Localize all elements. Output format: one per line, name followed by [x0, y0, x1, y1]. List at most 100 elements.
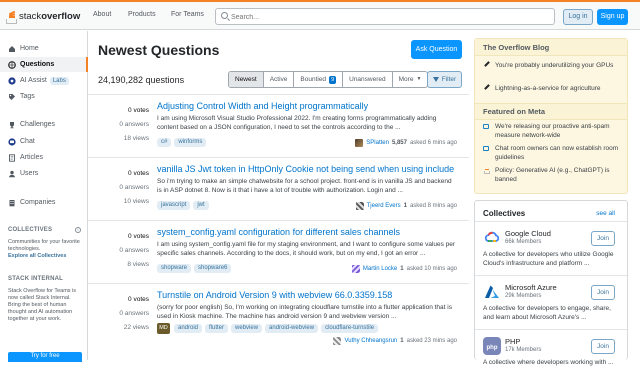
filter-button[interactable]: Filter — [427, 71, 462, 88]
sidebar-item-label: Questions — [20, 61, 55, 68]
login-button[interactable]: Log in — [563, 9, 593, 25]
explore-collectives-link[interactable]: Explore all Collectives — [8, 253, 66, 259]
meta-item[interactable]: Chat room owners can now establish room … — [483, 145, 623, 162]
asked-time[interactable]: asked 10 mins ago — [407, 266, 457, 272]
stack-internal-section-title: STACK INTERNAL — [8, 276, 64, 282]
tag-list: javascript jwt — [157, 201, 212, 210]
user-link[interactable]: Tjeerd Evers — [367, 203, 401, 209]
question-meta: Vuthy Chheangsrun 1 asked 23 mins ago — [333, 337, 457, 345]
tag-javascript[interactable]: javascript — [157, 201, 191, 210]
nav-about[interactable]: About — [93, 11, 111, 18]
sidebar-item-home[interactable]: Home — [0, 41, 88, 56]
reputation: 1 — [400, 338, 404, 344]
google-cloud-logo-icon[interactable] — [483, 229, 501, 247]
question-title-link[interactable]: system_config.yaml configuration for dif… — [157, 227, 400, 237]
tab-active[interactable]: Active — [264, 72, 295, 87]
user-link[interactable]: Martin Locke — [363, 266, 397, 272]
join-button[interactable]: Join — [591, 231, 615, 246]
overflow-blog-widget: The Overflow Blog You're probably underu… — [474, 38, 628, 194]
asked-time[interactable]: asked 6 mins ago — [410, 140, 457, 146]
meta-item[interactable]: Policy: Generative AI (e.g., ChatGPT) is… — [483, 167, 623, 184]
tag-jwt[interactable]: jwt — [193, 201, 209, 210]
user-link[interactable]: Vuthy Chheangsrun — [344, 338, 397, 344]
tag-flutter[interactable]: flutter — [205, 324, 229, 333]
blog-item[interactable]: You're probably underutilizing your GPUs — [483, 61, 623, 71]
collectives-widget: Collectives see all Google Cloud 66k Mem… — [474, 200, 628, 366]
ai-assist-icon — [8, 76, 16, 85]
trophy-icon — [8, 121, 16, 129]
nav-for-teams[interactable]: For Teams — [171, 11, 204, 18]
collective-members: 66k Members — [505, 239, 542, 245]
avatar[interactable] — [333, 337, 342, 345]
avatar[interactable] — [355, 202, 364, 210]
featured-meta-title: Featured on Meta — [475, 103, 627, 120]
join-button[interactable]: Join — [591, 339, 615, 354]
sidebar-item-challenges[interactable]: Challenges — [0, 117, 88, 132]
tag-list: android flutter webview android-webview … — [174, 324, 381, 333]
sidebar-item-chat[interactable]: Chat — [0, 134, 88, 149]
users-icon — [8, 170, 16, 178]
view-count: 22 views — [123, 324, 149, 331]
asked-time[interactable]: asked 8 mins ago — [410, 203, 457, 209]
meta-item[interactable]: We're releasing our proactive anti-spam … — [483, 123, 623, 140]
stack-overflow-logo[interactable]: stackoverflow — [6, 8, 80, 25]
question-summary: 0 votes 0 answers 18 views Adjusting Con… — [88, 94, 469, 156]
tag-shopware6[interactable]: shopware6 — [194, 264, 232, 273]
avatar[interactable] — [351, 265, 360, 273]
signup-button[interactable]: Sign up — [597, 9, 628, 25]
avatar[interactable] — [355, 139, 364, 147]
tag-csharp[interactable]: c# — [157, 138, 172, 147]
sidebar-item-ai-assist[interactable]: AI Assist Labs — [0, 73, 88, 88]
sidebar-item-questions[interactable]: Questions — [0, 57, 88, 72]
tag-shopware[interactable]: shopware — [157, 264, 192, 273]
collectives-section-text: Communities for your favorite technologi… — [8, 239, 80, 252]
user-link[interactable]: SPlatten — [366, 140, 389, 146]
tab-bountied[interactable]: Bountied 9 — [294, 72, 344, 87]
blog-item[interactable]: Lightning-as-a-service for agriculture — [483, 84, 623, 94]
pencil-icon — [483, 84, 491, 94]
search-box[interactable] — [215, 8, 555, 25]
php-logo-icon[interactable]: php — [483, 337, 501, 355]
stack-internal-text: Stack Overflow for Teams is now called S… — [8, 288, 77, 322]
tab-label: Unanswered — [349, 76, 386, 83]
answer-count: 0 answers — [119, 247, 149, 254]
microsoft-azure-logo-icon[interactable] — [483, 283, 501, 301]
ask-question-button[interactable]: Ask Question — [411, 40, 462, 59]
sidebar-item-articles[interactable]: Articles — [0, 150, 88, 165]
info-icon[interactable]: i — [75, 227, 81, 233]
try-for-free-button[interactable]: Try for free — [8, 352, 82, 362]
tab-more[interactable]: More ▼ — [393, 72, 428, 87]
sidebar-item-users[interactable]: Users — [0, 166, 88, 181]
see-all-link[interactable]: see all — [596, 210, 615, 217]
building-icon — [8, 199, 16, 207]
question-title-link[interactable]: Adjusting Control Width and Height progr… — [157, 101, 368, 111]
reputation: 1 — [403, 203, 407, 209]
collective-name[interactable]: Microsoft Azure — [505, 283, 557, 292]
tag-android-webview[interactable]: android-webview — [265, 324, 319, 333]
join-button[interactable]: Join — [591, 285, 615, 300]
collective-members: 17k Members — [505, 347, 542, 353]
blog-item-text: Lightning-as-a-service for agriculture — [495, 85, 601, 92]
tag-cloudflare-turnstile[interactable]: cloudflare-turnstile — [321, 324, 379, 333]
sidebar-item-companies[interactable]: Companies — [0, 195, 88, 210]
question-title-link[interactable]: Turnstile on Android Version 9 with webv… — [157, 290, 392, 300]
sidebar-item-label: Challenges — [20, 121, 56, 128]
tag-webview[interactable]: webview — [231, 324, 263, 333]
tab-unanswered[interactable]: Unanswered — [343, 72, 393, 87]
asked-time[interactable]: asked 23 mins ago — [407, 338, 457, 344]
tag-winforms[interactable]: winforms — [174, 138, 207, 147]
vote-count: 0 votes — [128, 107, 149, 114]
nav-products[interactable]: Products — [128, 11, 156, 18]
sidebar-item-tags[interactable]: Tags — [0, 89, 88, 104]
search-input[interactable] — [231, 11, 541, 23]
collective-name[interactable]: PHP — [505, 337, 520, 346]
page-title: Newest Questions — [98, 42, 220, 58]
question-excerpt: I am using Microsoft Visual Studio Profe… — [157, 115, 437, 131]
meta-item-text: We're releasing our proactive anti-spam … — [495, 123, 610, 139]
collective-name[interactable]: Google Cloud — [505, 229, 551, 238]
question-title-link[interactable]: vanilla JS Jwt token in HttpOnly Cookie … — [157, 164, 454, 174]
blog-item-text: You're probably underutilizing your GPUs — [495, 62, 614, 69]
meta-item-text: Policy: Generative AI (e.g., ChatGPT) is… — [495, 167, 610, 183]
tab-newest[interactable]: Newest — [229, 72, 264, 87]
tag-android[interactable]: android — [174, 324, 203, 333]
